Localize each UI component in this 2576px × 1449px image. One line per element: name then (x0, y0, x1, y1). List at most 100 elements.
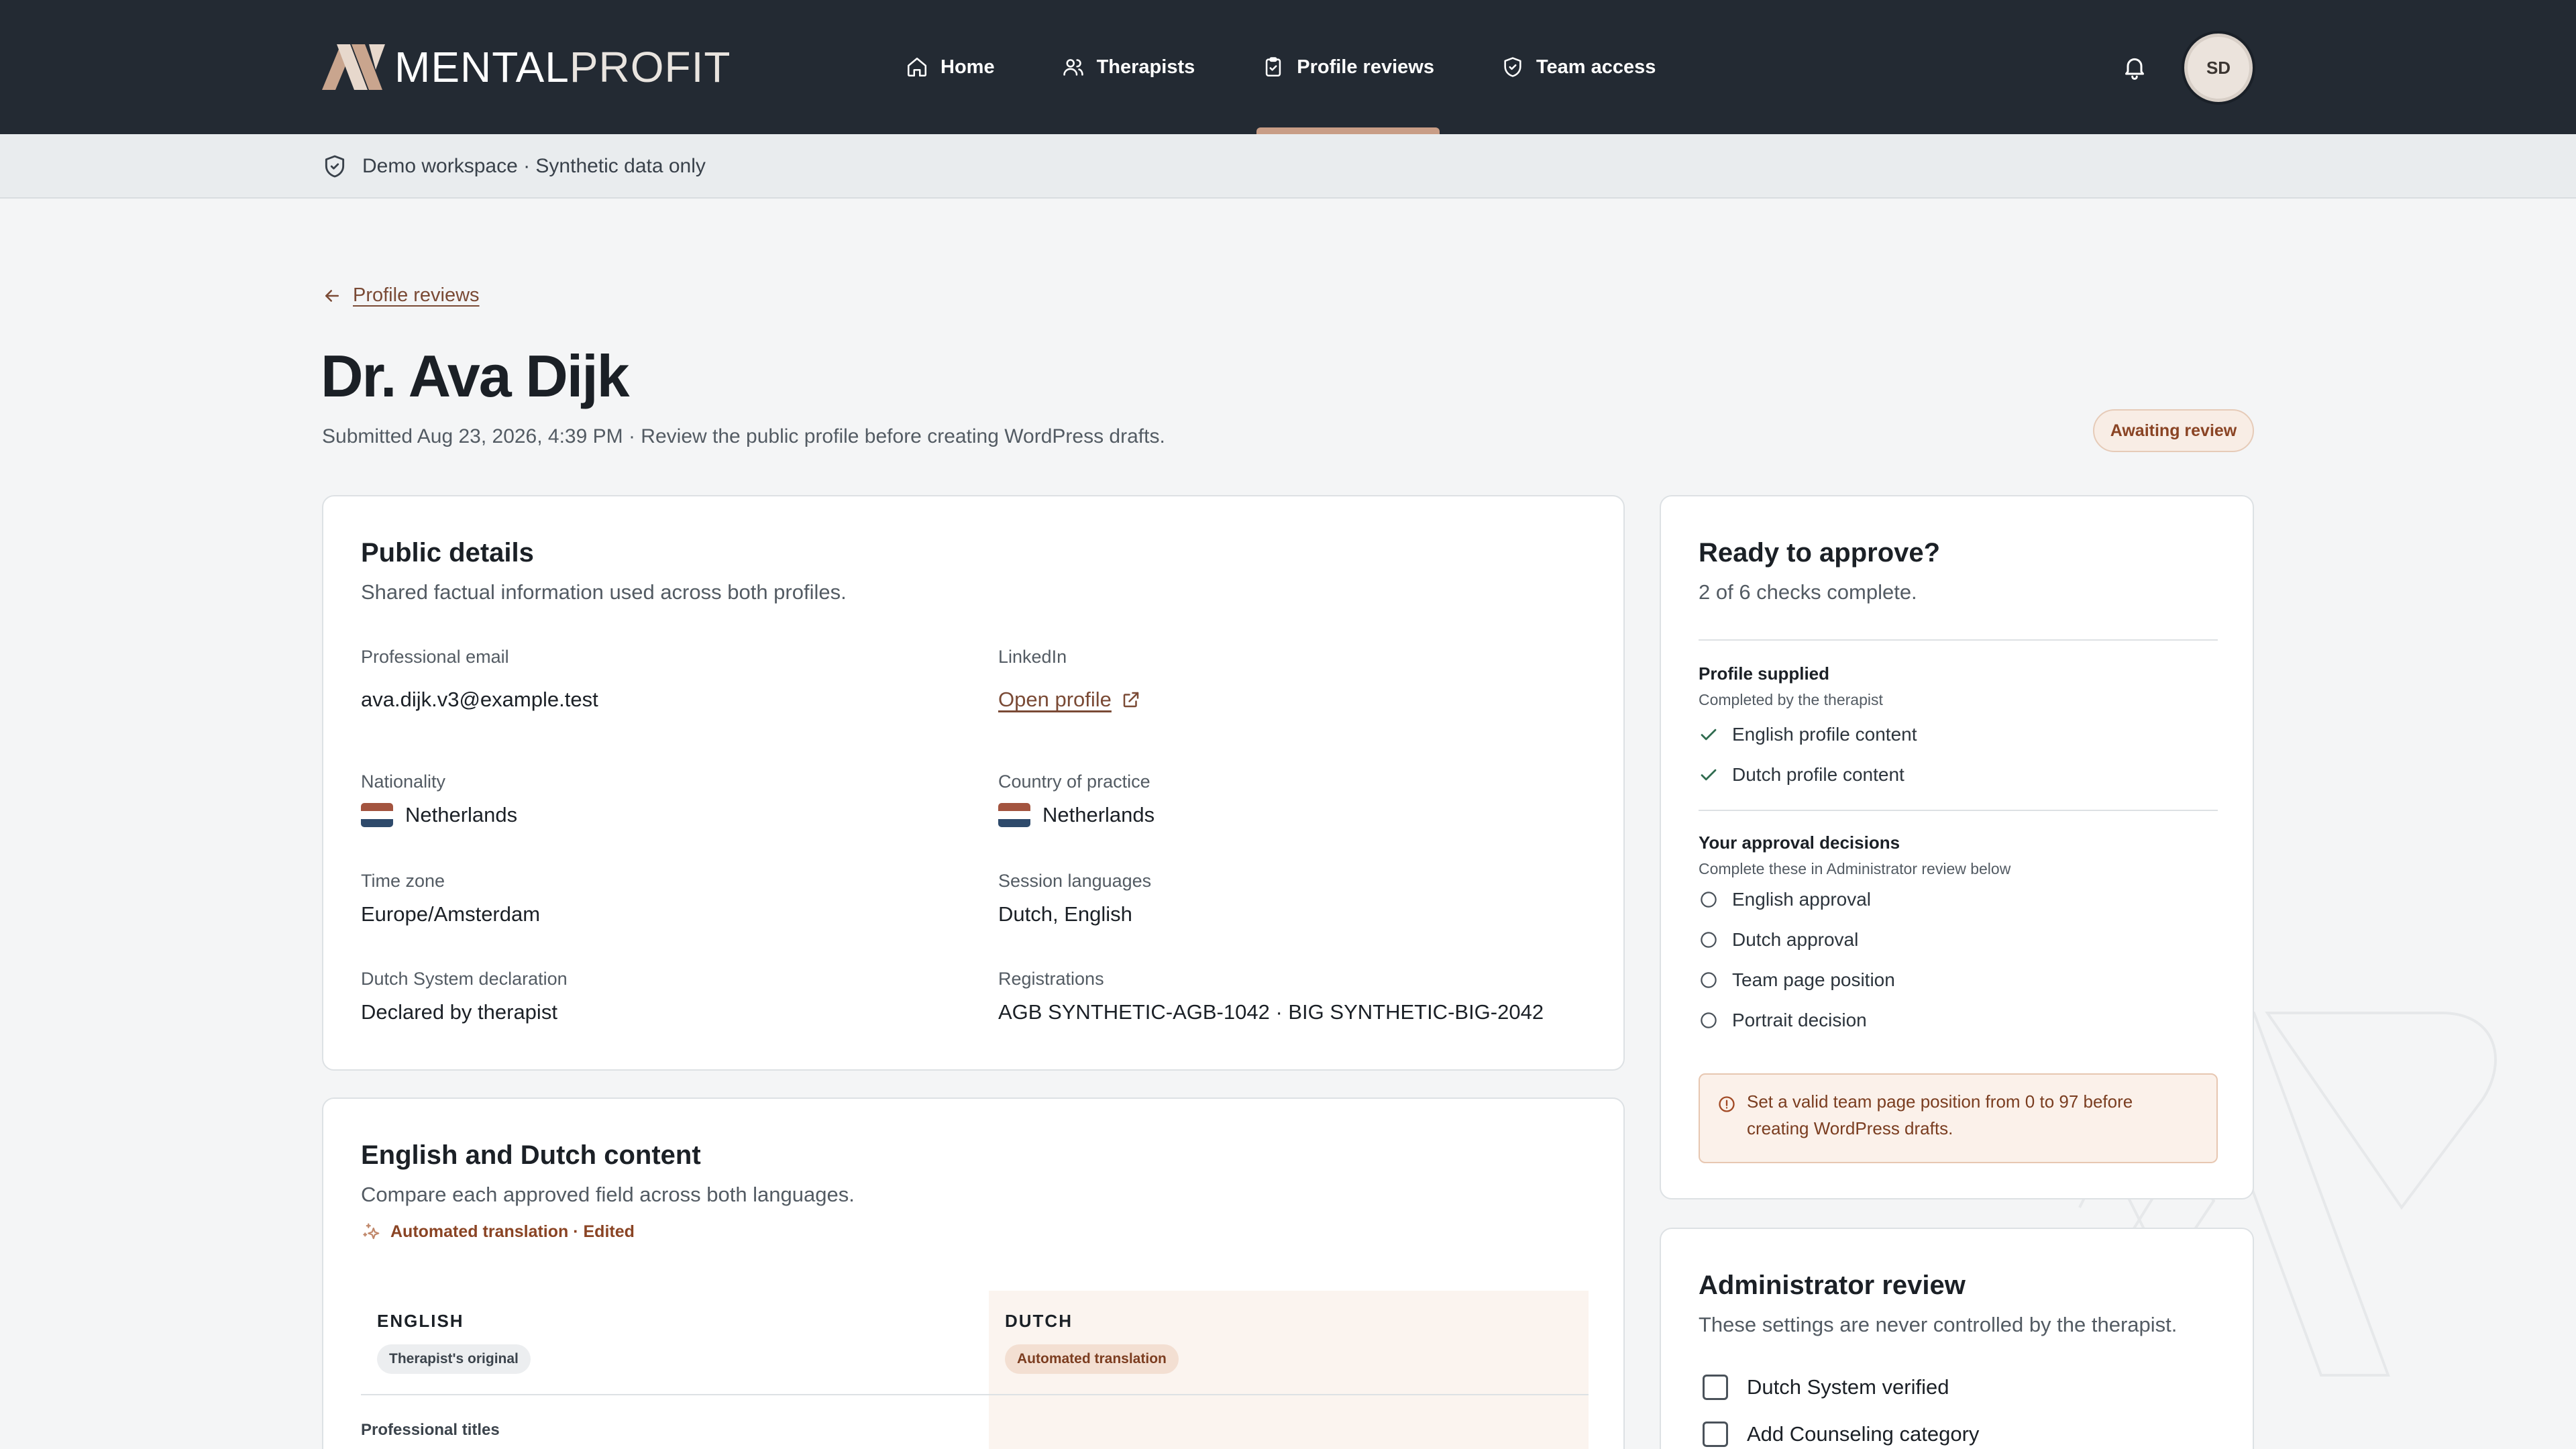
checkbox[interactable] (1703, 1375, 1728, 1400)
ready-to-approve-content: Ready to approve? 2 of 6 checks complete… (1699, 538, 2218, 1040)
nav-item-label: Profile reviews (1297, 56, 1434, 78)
nav-item-home[interactable]: Home (906, 0, 995, 134)
public-details-description: Shared factual information used across b… (361, 580, 847, 604)
public-details-title: Public details (361, 538, 534, 568)
check-item-label: Portrait decision (1732, 1010, 1867, 1030)
language-content-title: English and Dutch content (361, 1140, 701, 1170)
public-details-header: Public details Shared factual informatio… (361, 538, 847, 604)
profile-supplied-title: Profile supplied (1699, 663, 1830, 684)
nav-item-profile-reviews[interactable]: Profile reviews (1256, 0, 1440, 134)
field-value: AGB SYNTHETIC-AGB-1042 · BIG SYNTHETIC-B… (998, 1000, 1544, 1024)
field-label: Session languages (998, 871, 1152, 891)
field-label: Professional email (361, 647, 509, 667)
administrator-review-content: Administrator review These settings are … (1699, 1271, 2218, 1449)
field-session-languages: Session languages Dutch, English (998, 871, 1602, 926)
page-title: Dr. Ava Dijk (321, 343, 630, 409)
back-link[interactable]: Profile reviews (322, 284, 480, 307)
language-content-card: English and Dutch content Compare each a… (322, 1097, 1625, 1449)
approval-decisions-title: Your approval decisions (1699, 833, 1900, 853)
administrator-review-title: Administrator review (1699, 1271, 1966, 1300)
check-item-pending: English approval (1699, 879, 2218, 920)
field-country-of-practice: Country of practice Netherlands (998, 771, 1602, 827)
home-icon (907, 57, 927, 77)
main-nav: Home Therapists Profile reviews Team acc… (906, 0, 1723, 134)
brand-wordmark: MENTALPROFIT (394, 42, 731, 92)
empty-circle-icon (1701, 972, 1717, 988)
check-item-label: English profile content (1732, 724, 1917, 745)
administrator-review-description: These settings are never controlled by t… (1699, 1313, 2178, 1336)
public-details-card: Public details Shared factual informatio… (322, 495, 1625, 1071)
clipboard-check-icon (1266, 57, 1281, 77)
field-time-zone: Time zone Europe/Amsterdam (361, 871, 965, 926)
field-value: Declared by therapist (361, 1000, 557, 1024)
page: MENTALPROFIT Home Therapists Profile rev… (0, 0, 2576, 1449)
checkbox-add-counseling-category[interactable]: Add Counseling category (1699, 1411, 2218, 1449)
ready-title: Ready to approve? (1699, 538, 1941, 568)
brand-name-light: PROFIT (569, 43, 731, 91)
field-value: Netherlands (1042, 803, 1155, 826)
automated-translation-note: Automated translation · Edited (361, 1222, 855, 1242)
field-value-row: Netherlands (361, 803, 965, 827)
dutch-column-title: DUTCH (1005, 1311, 1073, 1331)
check-item-label: Dutch profile content (1732, 764, 1904, 785)
content-row-label: Professional titles (361, 1421, 500, 1439)
validation-alert: Set a valid team page position from 0 to… (1699, 1073, 2218, 1163)
nav-item-label: Home (941, 56, 995, 78)
brand-name-bold: MENTAL (394, 43, 570, 91)
ready-to-approve-card: Ready to approve? 2 of 6 checks complete… (1660, 495, 2254, 1199)
approval-decisions-group: Your approval decisions Complete these i… (1699, 833, 2218, 1040)
field-value: Europe/Amsterdam (361, 902, 541, 926)
field-label: Country of practice (998, 771, 1150, 792)
nav-item-label: Therapists (1096, 56, 1195, 78)
field-registrations: Registrations AGB SYNTHETIC-AGB-1042 · B… (998, 969, 1602, 1024)
nav-item-label: Team access (1536, 56, 1656, 78)
demo-banner: Demo workspace · Synthetic data only (0, 134, 2576, 199)
administrator-review-card: Administrator review These settings are … (1660, 1228, 2254, 1449)
field-professional-email: Professional email ava.dijk.v3@example.t… (361, 647, 965, 712)
notifications-bell-icon[interactable] (2121, 54, 2148, 80)
field-dutch-system-declaration: Dutch System declaration Declared by the… (361, 969, 965, 1024)
demo-banner-text: Demo workspace · Synthetic data only (362, 155, 706, 177)
nav-item-therapists[interactable]: Therapists (1062, 0, 1195, 134)
brand-logo[interactable]: MENTALPROFIT (322, 43, 731, 91)
checkmark-icon (1701, 769, 1717, 781)
nav-item-team-access[interactable]: Team access (1501, 0, 1656, 134)
language-content-header: English and Dutch content Compare each a… (361, 1140, 855, 1242)
dutch-column: DUTCH Automated translation (989, 1291, 1589, 1449)
automated-translation-tag: Automated translation (1005, 1344, 1179, 1374)
field-linkedin: LinkedIn Open profile (998, 647, 1602, 712)
check-item-pending: Dutch approval (1699, 920, 2218, 960)
sparkles-icon (363, 1223, 380, 1240)
check-item-label: Team page position (1732, 969, 1895, 990)
shield-check-icon (1504, 57, 1521, 77)
external-link-icon[interactable] (1121, 690, 1141, 710)
empty-circle-icon (1701, 1012, 1717, 1028)
field-label: LinkedIn (998, 647, 1067, 667)
top-nav-bar: MENTALPROFIT Home Therapists Profile rev… (0, 0, 2576, 134)
empty-circle-icon (1701, 932, 1717, 948)
netherlands-flag-icon (998, 803, 1030, 827)
profile-supplied-group: Profile supplied Completed by the therap… (1699, 663, 2218, 795)
user-avatar[interactable]: SD (2184, 34, 2253, 102)
profile-supplied-subtitle: Completed by the therapist (1699, 691, 1883, 708)
info-circle-icon (1719, 1096, 1735, 1112)
language-content-description: Compare each approved field across both … (361, 1183, 855, 1206)
divider (1699, 639, 2218, 641)
validation-alert-text: Set a valid team page position from 0 to… (1747, 1091, 2133, 1138)
divider (1699, 810, 2218, 811)
users-icon (1063, 59, 1083, 76)
linkedin-open-profile-link[interactable]: Open profile (998, 688, 1112, 712)
checkbox-dutch-system-verified[interactable]: Dutch System verified (1699, 1364, 2218, 1411)
checkbox[interactable] (1703, 1421, 1728, 1447)
checkmark-icon (1701, 729, 1717, 741)
empty-circle-icon (1701, 892, 1717, 908)
ready-summary: 2 of 6 checks complete. (1699, 580, 1917, 604)
check-item-label: English approval (1732, 889, 1872, 910)
check-item-complete: English profile content (1699, 714, 2218, 755)
field-value: Netherlands (405, 803, 518, 826)
demo-banner-content: Demo workspace · Synthetic data only (322, 150, 706, 182)
field-nationality: Nationality Netherlands (361, 771, 965, 827)
field-value: ava.dijk.v3@example.test (361, 688, 598, 711)
check-item-pending: Team page position (1699, 960, 2218, 1000)
logo-mark-icon (322, 44, 385, 90)
